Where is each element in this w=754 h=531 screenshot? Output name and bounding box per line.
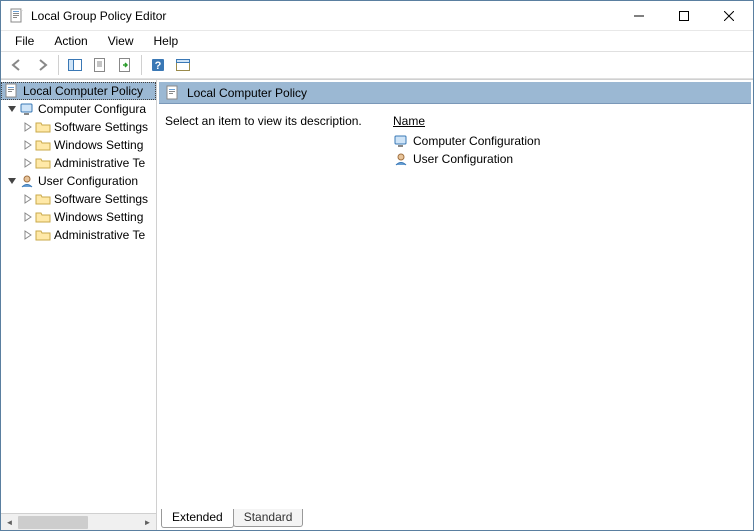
policy-icon bbox=[165, 85, 181, 101]
chevron-right-icon[interactable] bbox=[21, 210, 35, 224]
tree-windows-settings[interactable]: Windows Setting bbox=[1, 136, 156, 154]
svg-text:?: ? bbox=[155, 60, 162, 72]
content-header-title: Local Computer Policy bbox=[187, 86, 307, 100]
folder-icon bbox=[35, 227, 51, 243]
tree-user-windows-label: Windows Setting bbox=[54, 210, 143, 224]
bottom-tabs: Extended Standard bbox=[157, 508, 753, 530]
user-icon bbox=[19, 173, 35, 189]
scroll-left-button[interactable]: ◄ bbox=[1, 514, 18, 531]
chevron-right-icon[interactable] bbox=[21, 156, 35, 170]
menu-file[interactable]: File bbox=[7, 32, 42, 50]
menu-action[interactable]: Action bbox=[46, 32, 95, 50]
scroll-track[interactable] bbox=[18, 514, 139, 531]
tree-user-admin-label: Administrative Te bbox=[54, 228, 145, 242]
back-button[interactable] bbox=[5, 53, 29, 77]
close-button[interactable] bbox=[706, 1, 751, 30]
list-item-label: User Configuration bbox=[413, 152, 513, 166]
tree-admin-templates[interactable]: Administrative Te bbox=[1, 154, 156, 172]
chevron-down-icon[interactable] bbox=[5, 102, 19, 116]
folder-icon bbox=[35, 119, 51, 135]
tree-user-windows-settings[interactable]: Windows Setting bbox=[1, 208, 156, 226]
policy-icon bbox=[4, 83, 20, 99]
tree-user-config[interactable]: User Configuration bbox=[1, 172, 156, 190]
folder-icon bbox=[35, 137, 51, 153]
chevron-right-icon[interactable] bbox=[21, 120, 35, 134]
tree-user-software-settings[interactable]: Software Settings bbox=[1, 190, 156, 208]
tree-user-config-label: User Configuration bbox=[38, 174, 138, 188]
tree-pane: Local Computer Policy Computer Configura bbox=[1, 80, 157, 530]
chevron-right-icon[interactable] bbox=[21, 192, 35, 206]
tree-horizontal-scrollbar[interactable]: ◄ ► bbox=[1, 513, 156, 530]
chevron-down-icon[interactable] bbox=[5, 174, 19, 188]
tree-admin-label: Administrative Te bbox=[54, 156, 145, 170]
description-text: Select an item to view its description. bbox=[165, 114, 362, 128]
content-pane: Local Computer Policy Select an item to … bbox=[157, 80, 753, 530]
menu-view[interactable]: View bbox=[100, 32, 142, 50]
filter-button[interactable] bbox=[171, 53, 195, 77]
app-icon bbox=[9, 8, 25, 24]
forward-button[interactable] bbox=[30, 53, 54, 77]
toolbar-separator bbox=[141, 55, 142, 75]
tree-user-admin-templates[interactable]: Administrative Te bbox=[1, 226, 156, 244]
folder-icon bbox=[35, 155, 51, 171]
tree-root[interactable]: Local Computer Policy bbox=[1, 82, 156, 100]
tree-computer-config[interactable]: Computer Configura bbox=[1, 100, 156, 118]
tab-standard[interactable]: Standard bbox=[233, 509, 304, 527]
content-body: Select an item to view its description. … bbox=[157, 104, 753, 508]
tree-software-settings[interactable]: Software Settings bbox=[1, 118, 156, 136]
tree-windows-label: Windows Setting bbox=[54, 138, 143, 152]
main-split: Local Computer Policy Computer Configura bbox=[1, 79, 753, 530]
folder-icon bbox=[35, 209, 51, 225]
menubar: File Action View Help bbox=[1, 31, 753, 51]
toolbar: ? bbox=[1, 51, 753, 79]
toolbar-separator bbox=[58, 55, 59, 75]
list-item-label: Computer Configuration bbox=[413, 134, 540, 148]
list-item-user-config[interactable]: User Configuration bbox=[393, 150, 745, 168]
scroll-right-button[interactable]: ► bbox=[139, 514, 156, 531]
computer-icon bbox=[393, 133, 409, 149]
tree-computer-config-label: Computer Configura bbox=[38, 102, 146, 116]
export-button[interactable] bbox=[113, 53, 137, 77]
help-button[interactable]: ? bbox=[146, 53, 170, 77]
window-title: Local Group Policy Editor bbox=[31, 9, 616, 23]
user-icon bbox=[393, 151, 409, 167]
scroll-thumb[interactable] bbox=[18, 516, 88, 529]
description-column: Select an item to view its description. bbox=[165, 114, 365, 498]
tree-root-label: Local Computer Policy bbox=[23, 84, 143, 98]
tree-user-software-label: Software Settings bbox=[54, 192, 148, 206]
chevron-right-icon[interactable] bbox=[21, 228, 35, 242]
window-controls bbox=[616, 1, 751, 30]
maximize-button[interactable] bbox=[661, 1, 706, 30]
show-hide-tree-button[interactable] bbox=[63, 53, 87, 77]
properties-button[interactable] bbox=[88, 53, 112, 77]
list-column: Name Computer Configuration User Configu… bbox=[393, 114, 745, 498]
tree[interactable]: Local Computer Policy Computer Configura bbox=[1, 80, 156, 513]
computer-icon bbox=[19, 101, 35, 117]
name-column-header[interactable]: Name bbox=[393, 114, 745, 128]
list-item-computer-config[interactable]: Computer Configuration bbox=[393, 132, 745, 150]
minimize-button[interactable] bbox=[616, 1, 661, 30]
content-header: Local Computer Policy bbox=[159, 82, 751, 104]
tree-software-label: Software Settings bbox=[54, 120, 148, 134]
titlebar: Local Group Policy Editor bbox=[1, 1, 753, 31]
tab-extended[interactable]: Extended bbox=[161, 509, 234, 528]
folder-icon bbox=[35, 191, 51, 207]
menu-help[interactable]: Help bbox=[146, 32, 187, 50]
chevron-right-icon[interactable] bbox=[21, 138, 35, 152]
